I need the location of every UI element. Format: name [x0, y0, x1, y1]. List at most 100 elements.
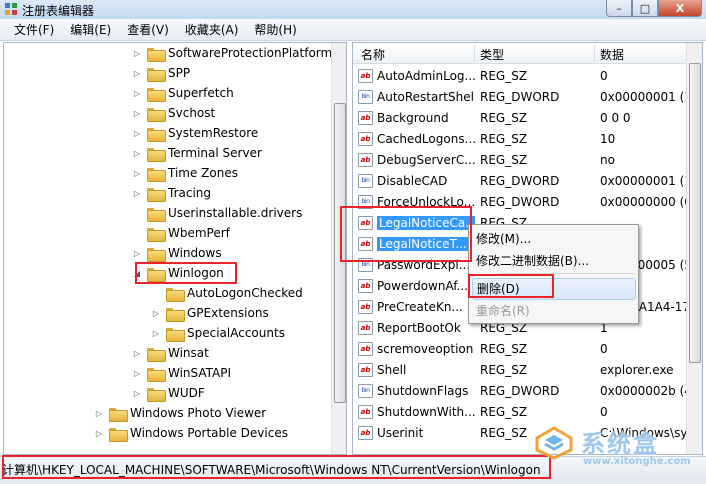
expand-arrow-icon[interactable]: ▷ [132, 128, 142, 138]
tree-item-winsatapi[interactable]: ▷ WinSATAPI [132, 363, 231, 383]
value-type: REG_SZ [480, 132, 528, 146]
value-row[interactable]: bin ShutdownFlags REG_DWORD 0x0000002b (4 [353, 381, 690, 402]
tree-item-userinstallable-drivers[interactable]: Userinstallable.drivers [132, 203, 302, 223]
tree-item-windows-photo-viewer[interactable]: ▷ Windows Photo Viewer [94, 403, 266, 423]
menu-help[interactable]: 帮助(H) [248, 21, 302, 38]
tree-item-spp[interactable]: ▷ SPP [132, 63, 190, 83]
tree-item-label: SoftwareProtectionPlatform [168, 46, 333, 60]
watermark-logo-icon [535, 426, 573, 460]
value-type: REG_DWORD [480, 90, 560, 104]
annotation-box-winlogon [135, 262, 237, 284]
expand-arrow-icon[interactable]: ▷ [132, 68, 142, 78]
tree-item-gpextensions[interactable]: ▷ GPExtensions [151, 303, 269, 323]
tree-item-label: SystemRestore [168, 126, 259, 140]
tree-item-softwareprotectionplatform[interactable]: ▷ SoftwareProtectionPlatform [132, 43, 332, 63]
value-row[interactable]: bin DisableCAD REG_DWORD 0x00000001 (1 [353, 171, 690, 192]
value-row[interactable]: ab DebugServerC... REG_SZ no [353, 150, 689, 171]
expand-arrow-icon[interactable] [132, 208, 142, 218]
value-name: scremoveoption [377, 342, 474, 356]
expand-arrow-icon[interactable]: ▷ [132, 388, 142, 398]
value-type: REG_SZ [480, 426, 528, 440]
value-row[interactable]: ab AutoAdminLog... REG_SZ 0 [353, 66, 689, 87]
expand-arrow-icon[interactable]: ▷ [151, 328, 161, 338]
expand-arrow-icon[interactable] [151, 288, 161, 298]
registry-tree[interactable]: ▷ SoftwareProtectionPlatform ▷ SPP ▷ Superf… [3, 42, 347, 455]
minimize-button[interactable]: – [606, 0, 632, 17]
tree-item-label: Svchost [168, 106, 216, 120]
tree-item-superfetch[interactable]: ▷ Superfetch [132, 83, 234, 103]
annotation-box-delete [468, 274, 554, 298]
context-modify-binary[interactable]: 修改二进制数据(B)... [472, 250, 636, 272]
tree-item-label: Terminal Server [168, 146, 262, 160]
folder-icon [109, 427, 128, 442]
string-value-icon: ab [358, 279, 373, 293]
menu-file[interactable]: 文件(F) [8, 21, 60, 38]
value-type: REG_SZ [480, 153, 528, 167]
expand-arrow-icon[interactable]: ▷ [132, 368, 142, 378]
tree-item-winsat[interactable]: ▷ Winsat [132, 343, 209, 363]
value-data: 0x0000002b (4 [600, 384, 690, 398]
expand-arrow-icon[interactable]: ▷ [151, 308, 161, 318]
tree-item-label: Superfetch [168, 86, 234, 100]
value-name: AutoAdminLog... [377, 69, 475, 83]
tree-item-label: WbemPerf [168, 226, 230, 240]
expand-arrow-icon[interactable]: ▷ [132, 248, 142, 258]
context-rename[interactable]: 重命名(R) [472, 300, 636, 322]
tree-item-label: Time Zones [168, 166, 238, 180]
tree-item-time-zones[interactable]: ▷ Time Zones [132, 163, 238, 183]
folder-icon [147, 67, 166, 82]
tree-item-specialaccounts[interactable]: ▷ SpecialAccounts [151, 323, 285, 343]
expand-arrow-icon[interactable]: ▷ [132, 88, 142, 98]
menu-view[interactable]: 查看(V) [121, 21, 175, 38]
tree-item-label: SPP [168, 66, 191, 80]
tree-item-wbemperf[interactable]: WbemPerf [132, 223, 230, 243]
expand-arrow-icon[interactable]: ▷ [132, 108, 142, 118]
column-separator[interactable] [594, 45, 595, 62]
maximize-button[interactable]: □ [632, 0, 658, 17]
expand-arrow-icon[interactable]: ▷ [132, 148, 142, 158]
close-button[interactable]: X [658, 0, 702, 17]
value-type: REG_SZ [480, 405, 528, 419]
value-name: CachedLogons... [377, 132, 475, 146]
value-row[interactable]: bin AutoRestartShell REG_DWORD 0x00000001 (… [353, 87, 690, 108]
value-row[interactable]: ab CachedLogons... REG_SZ 10 [353, 129, 689, 150]
expand-arrow-icon[interactable]: ▷ [94, 428, 104, 438]
values-scroll-thumb[interactable] [689, 63, 701, 363]
value-name: DisableCAD [377, 174, 448, 188]
expand-arrow-icon[interactable]: ▷ [132, 188, 142, 198]
value-row[interactable]: ab Background REG_SZ 0 0 0 [353, 108, 689, 129]
tree-item-windows[interactable]: ▷ Windows [132, 243, 222, 263]
value-type: REG_SZ [480, 342, 528, 356]
tree-item-svchost[interactable]: ▷ Svchost [132, 103, 215, 123]
value-row[interactable]: ab scremoveoption REG_SZ 0 [353, 339, 689, 360]
folder-icon [147, 187, 166, 202]
expand-arrow-icon[interactable]: ▷ [94, 408, 104, 418]
menu-favorites[interactable]: 收藏夹(A) [179, 21, 245, 38]
tree-item-tracing[interactable]: ▷ Tracing [132, 183, 211, 203]
expand-arrow-icon[interactable]: ▷ [132, 348, 142, 358]
expand-arrow-icon[interactable] [132, 228, 142, 238]
registry-editor-icon [5, 3, 17, 15]
tree-item-windows-portable-devices[interactable]: ▷ Windows Portable Devices [94, 423, 288, 443]
tree-item-terminal-server[interactable]: ▷ Terminal Server [132, 143, 262, 163]
binary-value-icon: bin [358, 90, 373, 104]
context-modify[interactable]: 修改(M)... [472, 228, 636, 250]
column-header-data[interactable]: 数据 [600, 46, 624, 63]
expand-arrow-icon[interactable]: ▷ [132, 48, 142, 58]
column-header-type[interactable]: 类型 [480, 46, 504, 63]
values-vertical-scrollbar[interactable] [686, 43, 702, 454]
list-header: 名称 类型 数据 [353, 43, 689, 64]
window-controls: – □ X [606, 0, 702, 18]
tree-item-autologonchecked[interactable]: AutoLogonChecked [151, 283, 303, 303]
tree-item-systemrestore[interactable]: ▷ SystemRestore [132, 123, 258, 143]
tree-item-wudf[interactable]: ▷ WUDF [132, 383, 205, 403]
window-title: 注册表编辑器 [22, 4, 95, 18]
folder-icon [147, 387, 166, 402]
value-row[interactable]: ab Shell REG_SZ explorer.exe [353, 360, 689, 381]
watermark: 系统盒 www.xitonghe.com [535, 420, 705, 484]
column-separator[interactable] [474, 45, 475, 62]
column-header-name[interactable]: 名称 [361, 46, 385, 63]
expand-arrow-icon[interactable]: ▷ [132, 168, 142, 178]
menu-edit[interactable]: 编辑(E) [64, 21, 117, 38]
tree-item-label: WUDF [168, 386, 205, 400]
